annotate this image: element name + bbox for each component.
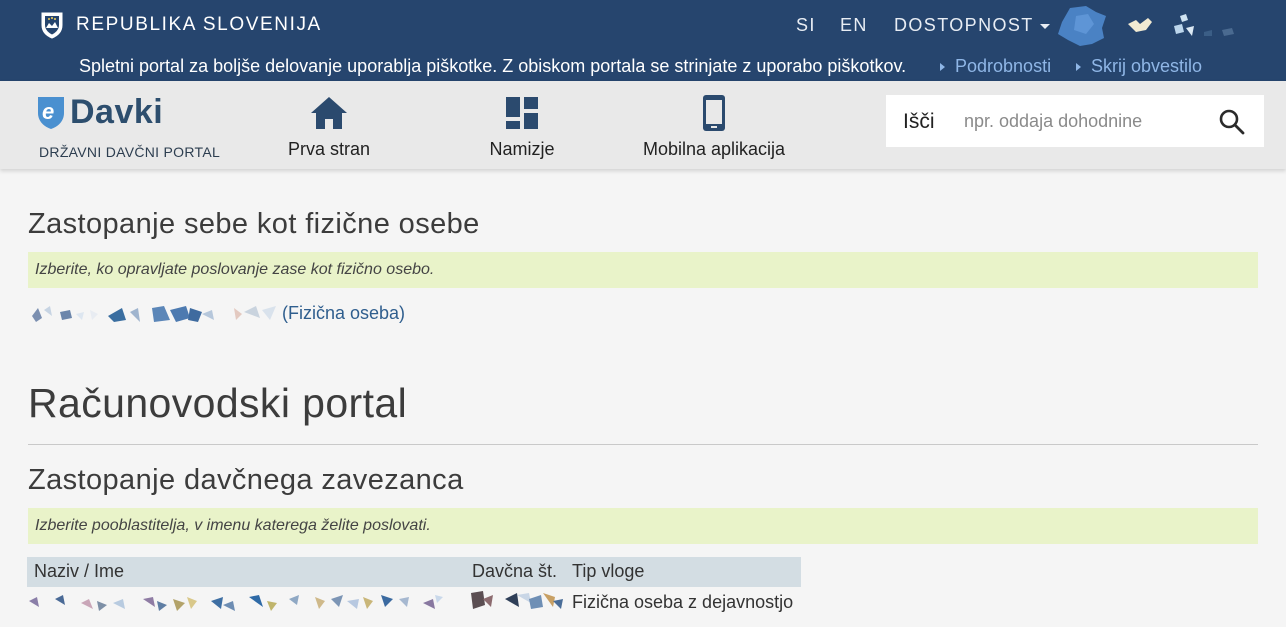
svg-text:e: e xyxy=(42,99,54,124)
self-person-link[interactable]: (Fizična oseba) xyxy=(30,301,405,325)
nav-dashboard[interactable]: Namizje xyxy=(432,93,612,160)
accounting-portal-heading: Računovodski portal xyxy=(28,380,408,426)
cookie-details-label: Podrobnosti xyxy=(955,56,1052,76)
role-type-value: Fizična oseba z dejavnostjo xyxy=(572,592,794,612)
nav-dashboard-label: Namizje xyxy=(489,139,555,159)
taxpayer-representation-hint: Izberite pooblastitelja, v imenu katereg… xyxy=(28,508,1258,544)
dashboard-icon xyxy=(506,97,538,129)
column-header-tax-number[interactable]: Davčna št. xyxy=(472,561,557,582)
nav-mobile-app-label: Mobilna aplikacija xyxy=(642,139,786,159)
government-brand[interactable]: REPUBLIKA SLOVENIJA xyxy=(40,10,322,40)
triangle-right-icon xyxy=(1076,63,1081,72)
nav-home-label: Prva stran xyxy=(287,139,371,159)
logo-word: Davki xyxy=(70,93,164,131)
home-icon xyxy=(311,97,347,129)
accessibility-label: DOSTOPNOST xyxy=(894,15,1034,35)
triangle-right-icon xyxy=(940,63,945,72)
taxpayer-representation-heading: Zastopanje davčnega zavezanca xyxy=(28,464,464,496)
search-input[interactable] xyxy=(964,107,1204,135)
mobile-phone-icon xyxy=(703,95,725,131)
search-box: Išči xyxy=(886,95,1264,147)
redacted-user-name xyxy=(1128,18,1152,32)
coat-of-arms-icon xyxy=(41,12,63,39)
section-divider xyxy=(28,444,1258,445)
language-si-link[interactable]: SI xyxy=(796,15,816,36)
cookie-hide-label: Skrij obvestilo xyxy=(1091,56,1203,76)
self-representation-heading: Zastopanje sebe kot fizične osebe xyxy=(28,208,480,240)
nav-home[interactable]: Prva stran xyxy=(239,93,419,160)
principals-table: Naziv / Ime Davčna št. Tip vloge Fizična… xyxy=(27,557,801,617)
cookie-notice-text: Spletni portal za boljše delovanje upora… xyxy=(79,56,907,76)
column-header-role-type[interactable]: Tip vloge xyxy=(572,561,644,582)
government-name: REPUBLIKA SLOVENIJA xyxy=(76,14,322,35)
redacted-user-details xyxy=(1174,14,1234,36)
cookie-details-link[interactable]: Podrobnosti xyxy=(940,56,1051,77)
redacted-tax-number xyxy=(471,591,563,609)
site-header: e Davki DRŽAVNI DAVČNI PORTAL Prva stran… xyxy=(0,81,1286,169)
chevron-down-icon xyxy=(1039,23,1050,29)
self-person-type: (Fizična oseba) xyxy=(282,302,406,323)
edavki-logo[interactable]: e Davki xyxy=(36,93,163,132)
redacted-user-avatar[interactable] xyxy=(1056,4,1108,48)
nav-mobile-app[interactable]: Mobilna aplikacija xyxy=(624,93,804,160)
redacted-person-name xyxy=(32,306,276,322)
cookie-hide-link[interactable]: Skrij obvestilo xyxy=(1076,56,1202,77)
table-row[interactable]: Fizična oseba z dejavnostjo xyxy=(27,587,801,617)
logo-subtitle: DRŽAVNI DAVČNI PORTAL xyxy=(39,144,221,160)
redacted-principal-name xyxy=(29,595,443,611)
language-en-link[interactable]: EN xyxy=(840,15,868,36)
top-bar: REPUBLIKA SLOVENIJA SI EN DOSTOPNOST Spl… xyxy=(0,0,1286,81)
edavki-shield-icon: e xyxy=(38,96,64,129)
search-label: Išči xyxy=(903,110,935,133)
column-header-name[interactable]: Naziv / Ime xyxy=(34,561,124,582)
accessibility-menu[interactable]: DOSTOPNOST xyxy=(894,15,1050,36)
self-representation-hint: Izberite, ko opravljate poslovanje zase … xyxy=(28,252,1258,288)
table-header: Naziv / Ime Davčna št. Tip vloge xyxy=(27,557,801,587)
search-icon[interactable] xyxy=(1218,108,1246,136)
